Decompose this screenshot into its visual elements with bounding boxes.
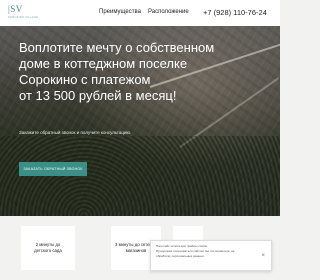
hero-subline: Закажите обратный звонок и получите конс… [19,130,132,135]
nav-item-advantages[interactable]: Преимущества [99,9,141,15]
headline-line: Воплотите мечту о собственном [19,40,215,55]
headline-line: от 13 500 рублей в месяц! [19,88,177,103]
phone-number[interactable]: +7 (928) 110-76-24 [203,8,267,17]
close-icon[interactable]: × [261,253,265,259]
headline-line: Сорокино с платежом [19,72,151,87]
headline-line: доме в коттеджном поселке [19,56,188,71]
cookie-notice: Наш сайт использует файлы cookie. Продол… [150,240,272,271]
logo-mark: |SV [8,4,23,14]
cookie-text: обработку персональных данных. [156,254,205,258]
logo-subtitle: SOROKINO VILLAGE [8,16,39,19]
site-header: |SV SOROKINO VILLAGE Преимущества Распол… [0,0,280,26]
feature-text: детского сада [34,248,62,253]
hero-section: Воплотите мечту о собственном доме в кот… [0,26,280,216]
main-nav: Преимущества Расположение [99,9,189,15]
hero-headline: Воплотите мечту о собственном доме в кот… [19,40,279,104]
feature-card-kindergarten: 2 минуты до детского сада [21,226,75,270]
callback-button[interactable]: ЗАКАЗАТЬ ОБРАТНЫЙ ЗВОНОК [19,162,87,176]
nav-item-location[interactable]: Расположение [148,9,189,15]
logo[interactable]: |SV SOROKINO VILLAGE [8,4,38,20]
